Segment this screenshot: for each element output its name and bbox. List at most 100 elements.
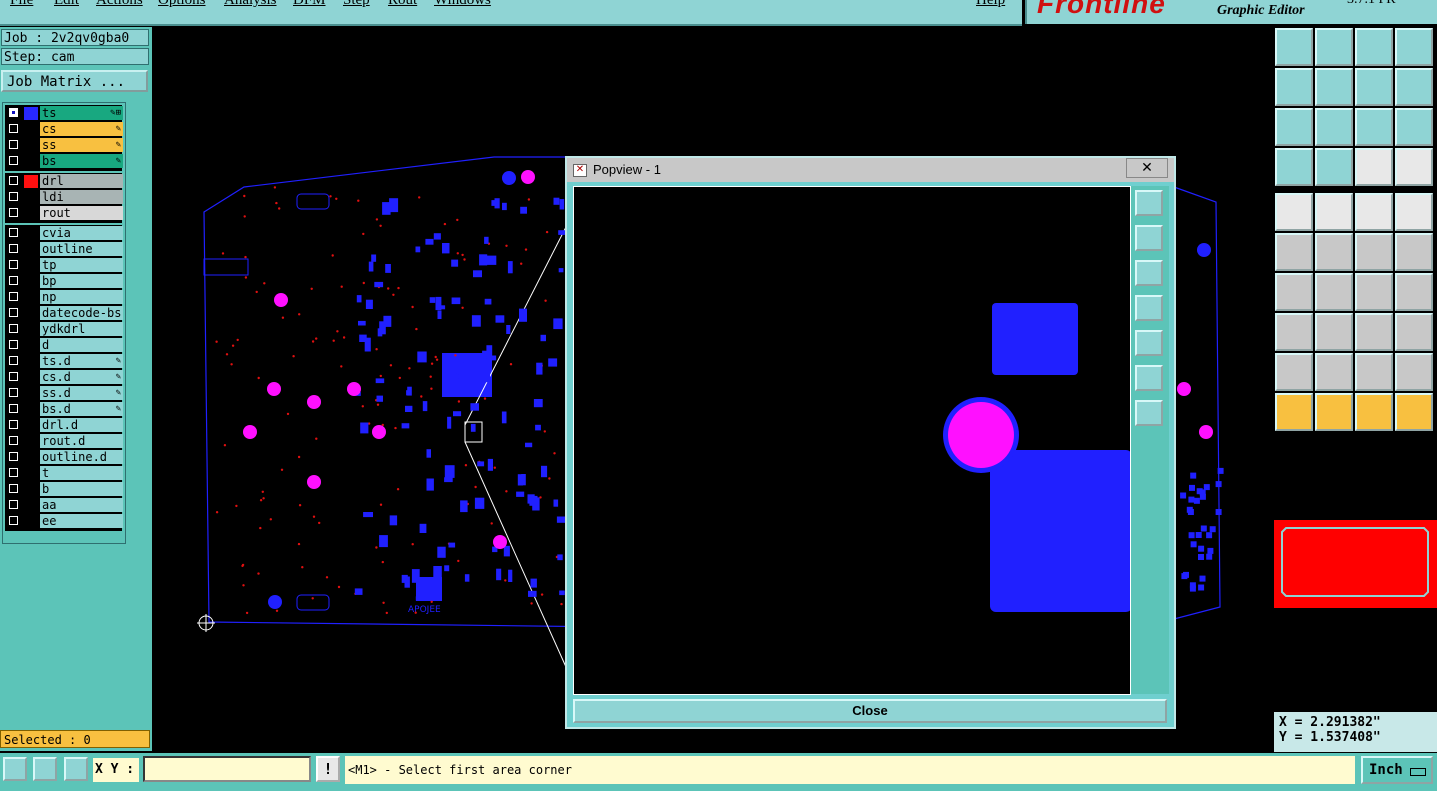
- text-icon[interactable]: [1395, 273, 1433, 311]
- layer-row[interactable]: drl: [5, 174, 123, 189]
- move-icon[interactable]: [1355, 233, 1393, 271]
- undo-view-icon[interactable]: [1355, 68, 1393, 106]
- layer-row[interactable]: cs ✎: [5, 122, 123, 137]
- layer-checkbox[interactable]: [9, 308, 18, 317]
- menu-file[interactable]: File: [10, 0, 33, 9]
- menu-edit[interactable]: Edit: [54, 0, 79, 9]
- menu-help[interactable]: Help: [976, 0, 1005, 9]
- zoom-in-icon[interactable]: [1135, 365, 1163, 391]
- split-icon[interactable]: [1315, 313, 1353, 351]
- menu-options[interactable]: Options: [158, 0, 206, 9]
- layer-checkbox[interactable]: [9, 228, 18, 237]
- menu-windows[interactable]: Windows: [434, 0, 491, 9]
- help-icon[interactable]: [1395, 108, 1433, 146]
- pan-down-icon[interactable]: [1135, 260, 1163, 286]
- pan-right-icon[interactable]: [1315, 68, 1353, 106]
- layer-row[interactable]: ee: [5, 514, 123, 529]
- grid-toggle-icon[interactable]: [1315, 148, 1353, 186]
- layer-checkbox[interactable]: [9, 372, 18, 381]
- layer-row[interactable]: bs.d ✎: [5, 402, 123, 417]
- select-step-icon[interactable]: [1395, 393, 1433, 431]
- layer-checkbox[interactable]: [9, 208, 18, 217]
- menu-step[interactable]: Step: [343, 0, 370, 9]
- arc-icon[interactable]: [1355, 273, 1393, 311]
- outline-icon[interactable]: [1395, 353, 1433, 391]
- menu-analysis[interactable]: Analysis: [224, 0, 277, 9]
- layer-checkbox[interactable]: [9, 436, 18, 445]
- close-icon[interactable]: ✕: [1126, 158, 1168, 178]
- menu-rout[interactable]: Rout: [388, 0, 417, 9]
- resize-icon[interactable]: [1355, 313, 1393, 351]
- layer-checkbox[interactable]: [9, 388, 18, 397]
- window-icon[interactable]: [1395, 28, 1433, 66]
- fit-icon[interactable]: [1275, 108, 1313, 146]
- net-icon[interactable]: [1355, 148, 1393, 186]
- home-icon[interactable]: [1355, 28, 1393, 66]
- layer-row[interactable]: aa: [5, 498, 123, 513]
- layer-row[interactable]: t: [5, 466, 123, 481]
- pan-down-icon[interactable]: [1315, 28, 1353, 66]
- select-circle-icon[interactable]: [1355, 393, 1393, 431]
- popview-fit-icon[interactable]: [1135, 190, 1163, 216]
- route-icon[interactable]: [1315, 193, 1353, 231]
- alert-button[interactable]: !: [316, 756, 340, 782]
- layer-row[interactable]: ydkdrl: [5, 322, 123, 337]
- layer-checkbox[interactable]: [9, 420, 18, 429]
- menu-dfm[interactable]: DFM: [293, 0, 326, 9]
- popview-close-button[interactable]: Close: [573, 699, 1167, 723]
- popview-titlebar[interactable]: ✕ Popview - 1 ✕: [567, 158, 1174, 182]
- center-icon[interactable]: [1315, 108, 1353, 146]
- layer-row[interactable]: d: [5, 338, 123, 353]
- grid-icon[interactable]: [64, 757, 88, 781]
- layer-checkbox[interactable]: [9, 516, 18, 525]
- layer-row[interactable]: drl.d: [5, 418, 123, 433]
- snap-pad-icon[interactable]: [1275, 313, 1313, 351]
- layer-row[interactable]: bs ✎: [5, 154, 123, 169]
- layer-checkbox[interactable]: [9, 452, 18, 461]
- layer-row[interactable]: ss.d ✎: [5, 386, 123, 401]
- layer-row[interactable]: ts ✎⊞: [5, 106, 123, 121]
- snap-icon[interactable]: [3, 757, 27, 781]
- redraw-icon[interactable]: [1395, 68, 1433, 106]
- arrow-up-icon[interactable]: [1315, 353, 1353, 391]
- layer-checkbox[interactable]: [9, 156, 18, 165]
- scale-icon[interactable]: [1355, 108, 1393, 146]
- connect-icon[interactable]: [1395, 148, 1433, 186]
- layer-row[interactable]: ss ✎: [5, 138, 123, 153]
- measure-icon[interactable]: [33, 757, 57, 781]
- pan-right-icon[interactable]: [1135, 330, 1163, 356]
- pan-up-icon[interactable]: [1135, 225, 1163, 251]
- layer-checkbox[interactable]: [9, 340, 18, 349]
- copy-icon[interactable]: [1395, 233, 1433, 271]
- layer-row[interactable]: ts.d ✎: [5, 354, 123, 369]
- layer-checkbox[interactable]: [9, 260, 18, 269]
- pan-left-icon[interactable]: [1135, 295, 1163, 321]
- board-minimap[interactable]: [1274, 520, 1437, 608]
- pan-up-icon[interactable]: [1275, 28, 1313, 66]
- layer-checkbox[interactable]: [9, 140, 18, 149]
- popview-canvas[interactable]: [573, 186, 1132, 695]
- pointer-icon[interactable]: [1275, 393, 1313, 431]
- zoom-out-icon[interactable]: [1135, 400, 1163, 426]
- select-box-icon[interactable]: [1315, 393, 1353, 431]
- layer-row[interactable]: b: [5, 482, 123, 497]
- units-select[interactable]: Inch: [1361, 756, 1433, 784]
- drill-icon[interactable]: [1275, 193, 1313, 231]
- layer-checkbox[interactable]: [9, 276, 18, 285]
- layer-row[interactable]: bp: [5, 274, 123, 289]
- tools-icon[interactable]: [1275, 148, 1313, 186]
- layer-row[interactable]: datecode-bs: [5, 306, 123, 321]
- pad-icon[interactable]: [1395, 193, 1433, 231]
- menu-actions[interactable]: Actions: [96, 0, 143, 9]
- layer-row[interactable]: rout: [5, 206, 123, 221]
- polygon-icon[interactable]: [1355, 353, 1393, 391]
- pan-left-icon[interactable]: [1275, 68, 1313, 106]
- layer-row[interactable]: cs.d ✎: [5, 370, 123, 385]
- layer-row[interactable]: outline: [5, 242, 123, 257]
- line-icon[interactable]: [1275, 273, 1313, 311]
- cut-icon[interactable]: [1315, 273, 1353, 311]
- delete-icon[interactable]: [1315, 233, 1353, 271]
- layer-row[interactable]: np: [5, 290, 123, 305]
- xy-input[interactable]: [143, 756, 311, 782]
- select-net-icon[interactable]: [1275, 233, 1313, 271]
